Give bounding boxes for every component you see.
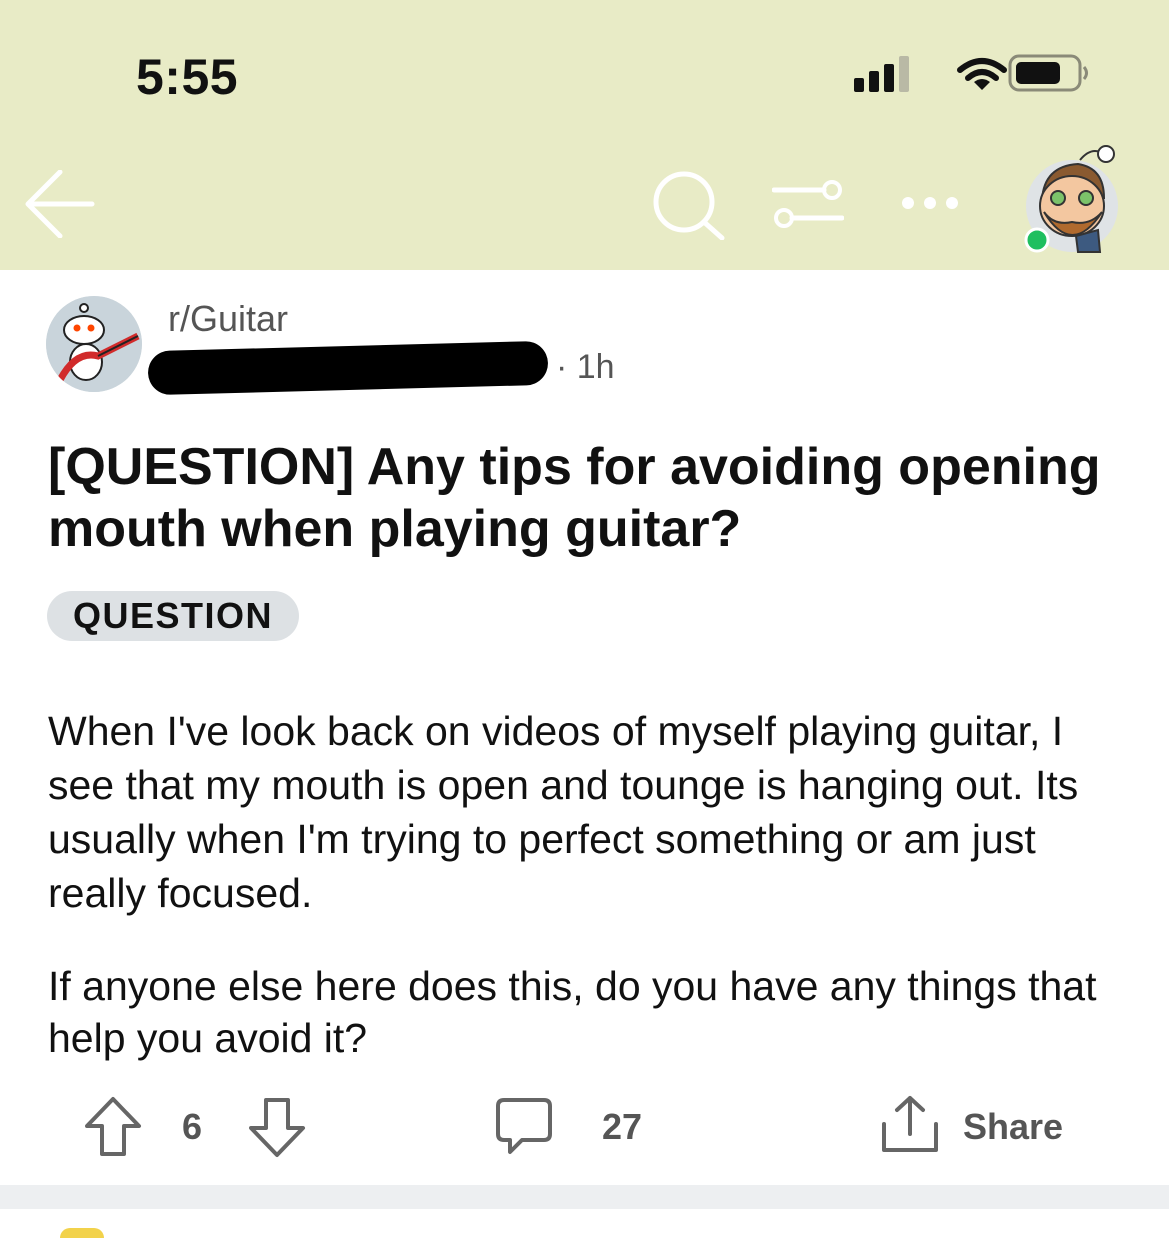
vote-count: 6 — [182, 1106, 203, 1147]
comments-button[interactable] — [494, 1096, 554, 1163]
subreddit-icon[interactable] — [46, 296, 142, 392]
arrow-up-icon — [85, 1097, 141, 1156]
subreddit-name[interactable]: r/Guitar — [168, 298, 288, 340]
upvote-button[interactable] — [84, 1096, 142, 1163]
post-body-paragraph: If anyone else here does this, do you ha… — [48, 963, 1097, 1061]
arrow-left-icon — [25, 169, 95, 239]
redacted-username — [147, 340, 549, 396]
comment-count: 27 — [602, 1106, 643, 1147]
post-title: [QUESTION] Any tips for avoiding opening… — [48, 438, 1101, 558]
share-label[interactable]: Share — [963, 1106, 1063, 1148]
top-bar: 5:55 — [0, 0, 1169, 270]
signal-wifi-battery-icon — [854, 54, 1088, 92]
sort-button[interactable] — [771, 178, 845, 235]
post-flair[interactable]: QUESTION — [47, 591, 300, 641]
downvote-button[interactable] — [248, 1096, 306, 1163]
reddit-snoo-guitar-icon — [46, 296, 142, 392]
user-avatar — [1024, 145, 1118, 253]
sort-filter-icon — [771, 180, 845, 228]
post-age: · 1h — [556, 348, 615, 386]
back-button[interactable] — [24, 169, 96, 243]
more-horizontal-icon — [902, 197, 958, 209]
share-button[interactable] — [880, 1094, 940, 1161]
next-item-peek — [60, 1228, 104, 1238]
user-avatar-button[interactable] — [1020, 140, 1120, 263]
section-divider — [0, 1185, 1169, 1209]
post-body-paragraph: When I've look back on videos of myself … — [48, 708, 1079, 916]
share-icon — [882, 1096, 938, 1152]
post: r/Guitar · 1h [QUESTION] Any tips for av… — [0, 270, 1169, 1185]
status-icons — [854, 52, 1089, 101]
search-button[interactable] — [652, 170, 726, 245]
post-meta: · 1h — [147, 340, 648, 396]
arrow-down-icon — [249, 1098, 305, 1157]
more-button[interactable] — [900, 196, 960, 215]
post-actions: 6 27 Share — [0, 1090, 1169, 1170]
status-time: 5:55 — [136, 49, 239, 105]
search-icon — [653, 171, 725, 241]
comment-bubble-icon — [496, 1098, 552, 1154]
